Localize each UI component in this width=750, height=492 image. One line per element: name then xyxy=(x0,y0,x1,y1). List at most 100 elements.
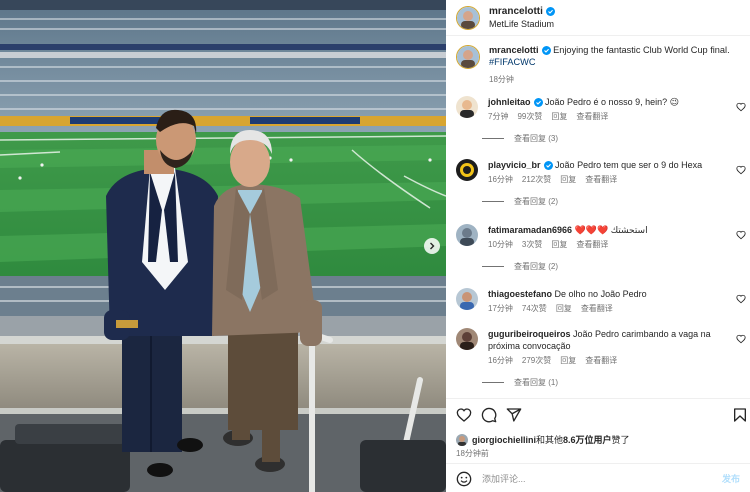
liker-username[interactable]: giorgiochiellini xyxy=(472,435,536,445)
translate-button[interactable]: 查看翻译 xyxy=(576,111,608,123)
heart-icon[interactable] xyxy=(456,407,472,423)
avatar-image xyxy=(457,46,479,68)
translate-button[interactable]: 查看翻译 xyxy=(576,239,608,251)
comment-heart-icon[interactable] xyxy=(736,230,746,240)
translate-button[interactable]: 查看翻译 xyxy=(581,303,613,315)
chevron-right-icon xyxy=(430,242,435,250)
comment-item: guguribeiroqueiros João Pedro carimbando… xyxy=(456,328,750,388)
reply-button[interactable]: 回复 xyxy=(560,355,576,367)
avatar-image xyxy=(457,6,479,29)
share-icon[interactable] xyxy=(506,407,522,423)
reply-button[interactable]: 回复 xyxy=(551,111,567,123)
view-replies-text[interactable]: 查看回复 (3) xyxy=(514,133,558,144)
commenter-avatar[interactable] xyxy=(456,159,478,181)
commenter-avatar[interactable] xyxy=(456,96,478,118)
caption-hashtag[interactable]: #FIFACWC xyxy=(489,57,535,67)
post-header: mrancelotti MetLife Stadium xyxy=(446,0,750,36)
comment-text: João Pedro é o nosso 9, hein? 😉 xyxy=(545,97,679,107)
view-replies-button[interactable]: 查看回复 (2) xyxy=(482,261,750,272)
verified-badge-icon xyxy=(543,160,553,170)
comment-likes[interactable]: 3次赞 xyxy=(522,239,542,251)
comment-time[interactable]: 16分钟 xyxy=(488,174,513,186)
comment-heart-icon[interactable] xyxy=(736,334,746,344)
translate-button[interactable]: 查看翻译 xyxy=(585,355,617,367)
translate-button[interactable]: 查看翻译 xyxy=(585,174,617,186)
author-username-text[interactable]: mrancelotti xyxy=(489,6,543,18)
view-replies-text[interactable]: 查看回复 (2) xyxy=(514,196,558,207)
author-username[interactable]: mrancelotti xyxy=(489,6,555,18)
view-replies-text[interactable]: 查看回复 (1) xyxy=(514,377,558,388)
comment-likes[interactable]: 212次赞 xyxy=(522,174,551,186)
caption-username[interactable]: mrancelotti xyxy=(489,44,551,56)
bookmark-icon[interactable] xyxy=(732,407,748,423)
post-photo[interactable] xyxy=(0,0,446,492)
next-photo-button[interactable] xyxy=(424,238,440,254)
commenter-username[interactable]: johnleitao xyxy=(488,96,543,108)
post-location[interactable]: MetLife Stadium xyxy=(489,18,555,30)
commenter-username[interactable]: fatimaramadan6966 xyxy=(488,224,572,236)
view-replies-button[interactable]: 查看回复 (3) xyxy=(482,133,750,144)
comment-item: thiagoestefano De olho no João Pedro 17分… xyxy=(456,288,750,315)
reply-button[interactable]: 回复 xyxy=(551,239,567,251)
action-icons xyxy=(456,407,748,425)
comment-item: playvicio_br João Pedro tem que ser o 9 … xyxy=(456,159,750,207)
commenter-username[interactable]: thiagoestefano xyxy=(488,288,552,300)
verified-badge-icon xyxy=(533,97,543,107)
comment-text: De olho no João Pedro xyxy=(554,289,647,299)
caption-time[interactable]: 18分钟 xyxy=(489,74,514,86)
avatar-image xyxy=(456,328,478,350)
post-caption: mrancelotti Enjoying the fantastic Club … xyxy=(456,44,746,86)
verified-badge-icon xyxy=(545,7,555,16)
view-replies-button[interactable]: 查看回复 (1) xyxy=(482,377,750,388)
commenter-avatar[interactable] xyxy=(456,288,478,310)
commenter-username[interactable]: guguribeiroqueiros xyxy=(488,328,571,340)
comment-text: João Pedro tem que ser o 9 do Hexa xyxy=(555,160,703,170)
comment-time[interactable]: 10分钟 xyxy=(488,239,513,251)
comment-time[interactable]: 7分钟 xyxy=(488,111,508,123)
comment-likes[interactable]: 279次赞 xyxy=(522,355,551,367)
post-comment-button[interactable]: 发布 xyxy=(722,472,740,485)
emoji-icon[interactable] xyxy=(456,471,472,487)
verified-badge-icon xyxy=(541,45,551,55)
avatar-image xyxy=(456,288,478,310)
comment-heart-icon[interactable] xyxy=(736,294,746,304)
post-side-panel: mrancelotti MetLife Stadium mrancelotti … xyxy=(446,0,750,492)
comments-list[interactable]: mrancelotti Enjoying the fantastic Club … xyxy=(446,36,750,398)
reply-button[interactable]: 回复 xyxy=(560,174,576,186)
commenter-username-text[interactable]: guguribeiroqueiros xyxy=(488,328,571,340)
comment-item: fatimaramadan6966 ❤️❤️❤️ استحشتك 10分钟 3次… xyxy=(456,224,750,272)
avatar-image xyxy=(456,224,478,246)
view-replies-text[interactable]: 查看回复 (2) xyxy=(514,261,558,272)
commenter-username[interactable]: playvicio_br xyxy=(488,159,553,171)
comment-likes[interactable]: 74次赞 xyxy=(522,303,547,315)
caption-avatar[interactable] xyxy=(456,45,480,69)
comment-time[interactable]: 16分钟 xyxy=(488,355,513,367)
likes-count[interactable]: 8.6万位用户 xyxy=(563,433,612,446)
commenter-avatar[interactable] xyxy=(456,224,478,246)
comment-heart-icon[interactable] xyxy=(736,102,746,112)
comment-text: ❤️❤️❤️ استحشتك xyxy=(574,225,648,235)
commenter-username-text[interactable]: johnleitao xyxy=(488,96,531,108)
liker-avatar[interactable] xyxy=(456,433,468,446)
commenter-username-text[interactable]: fatimaramadan6966 xyxy=(488,224,572,236)
stadium-photo-illustration xyxy=(0,0,446,492)
comment-icon[interactable] xyxy=(481,407,497,423)
commenter-avatar[interactable] xyxy=(456,328,478,350)
commenter-username-text[interactable]: playvicio_br xyxy=(488,159,541,171)
comment-likes[interactable]: 99次赞 xyxy=(517,111,542,123)
caption-username-text[interactable]: mrancelotti xyxy=(489,44,539,56)
commenter-username-text[interactable]: thiagoestefano xyxy=(488,288,552,300)
post-actions: giorgiochiellini和其他8.6万位用户赞了 18分钟前 发布 xyxy=(446,398,750,492)
comment-heart-icon[interactable] xyxy=(736,165,746,175)
reply-button[interactable]: 回复 xyxy=(556,303,572,315)
comment-item: johnleitao João Pedro é o nosso 9, hein?… xyxy=(456,96,750,144)
comment-composer: 发布 xyxy=(446,463,750,492)
post-timestamp[interactable]: 18分钟前 xyxy=(456,448,489,459)
comment-time[interactable]: 17分钟 xyxy=(488,303,513,315)
author-avatar[interactable] xyxy=(456,5,480,30)
caption-text: Enjoying the fantastic Club World Cup fi… xyxy=(553,45,730,55)
likes-summary: giorgiochiellini 和其他 8.6万位用户 赞了 xyxy=(456,433,630,446)
view-replies-button[interactable]: 查看回复 (2) xyxy=(482,196,750,207)
likes-middle-text: 和其他 xyxy=(536,435,564,445)
comment-input[interactable] xyxy=(482,473,702,484)
